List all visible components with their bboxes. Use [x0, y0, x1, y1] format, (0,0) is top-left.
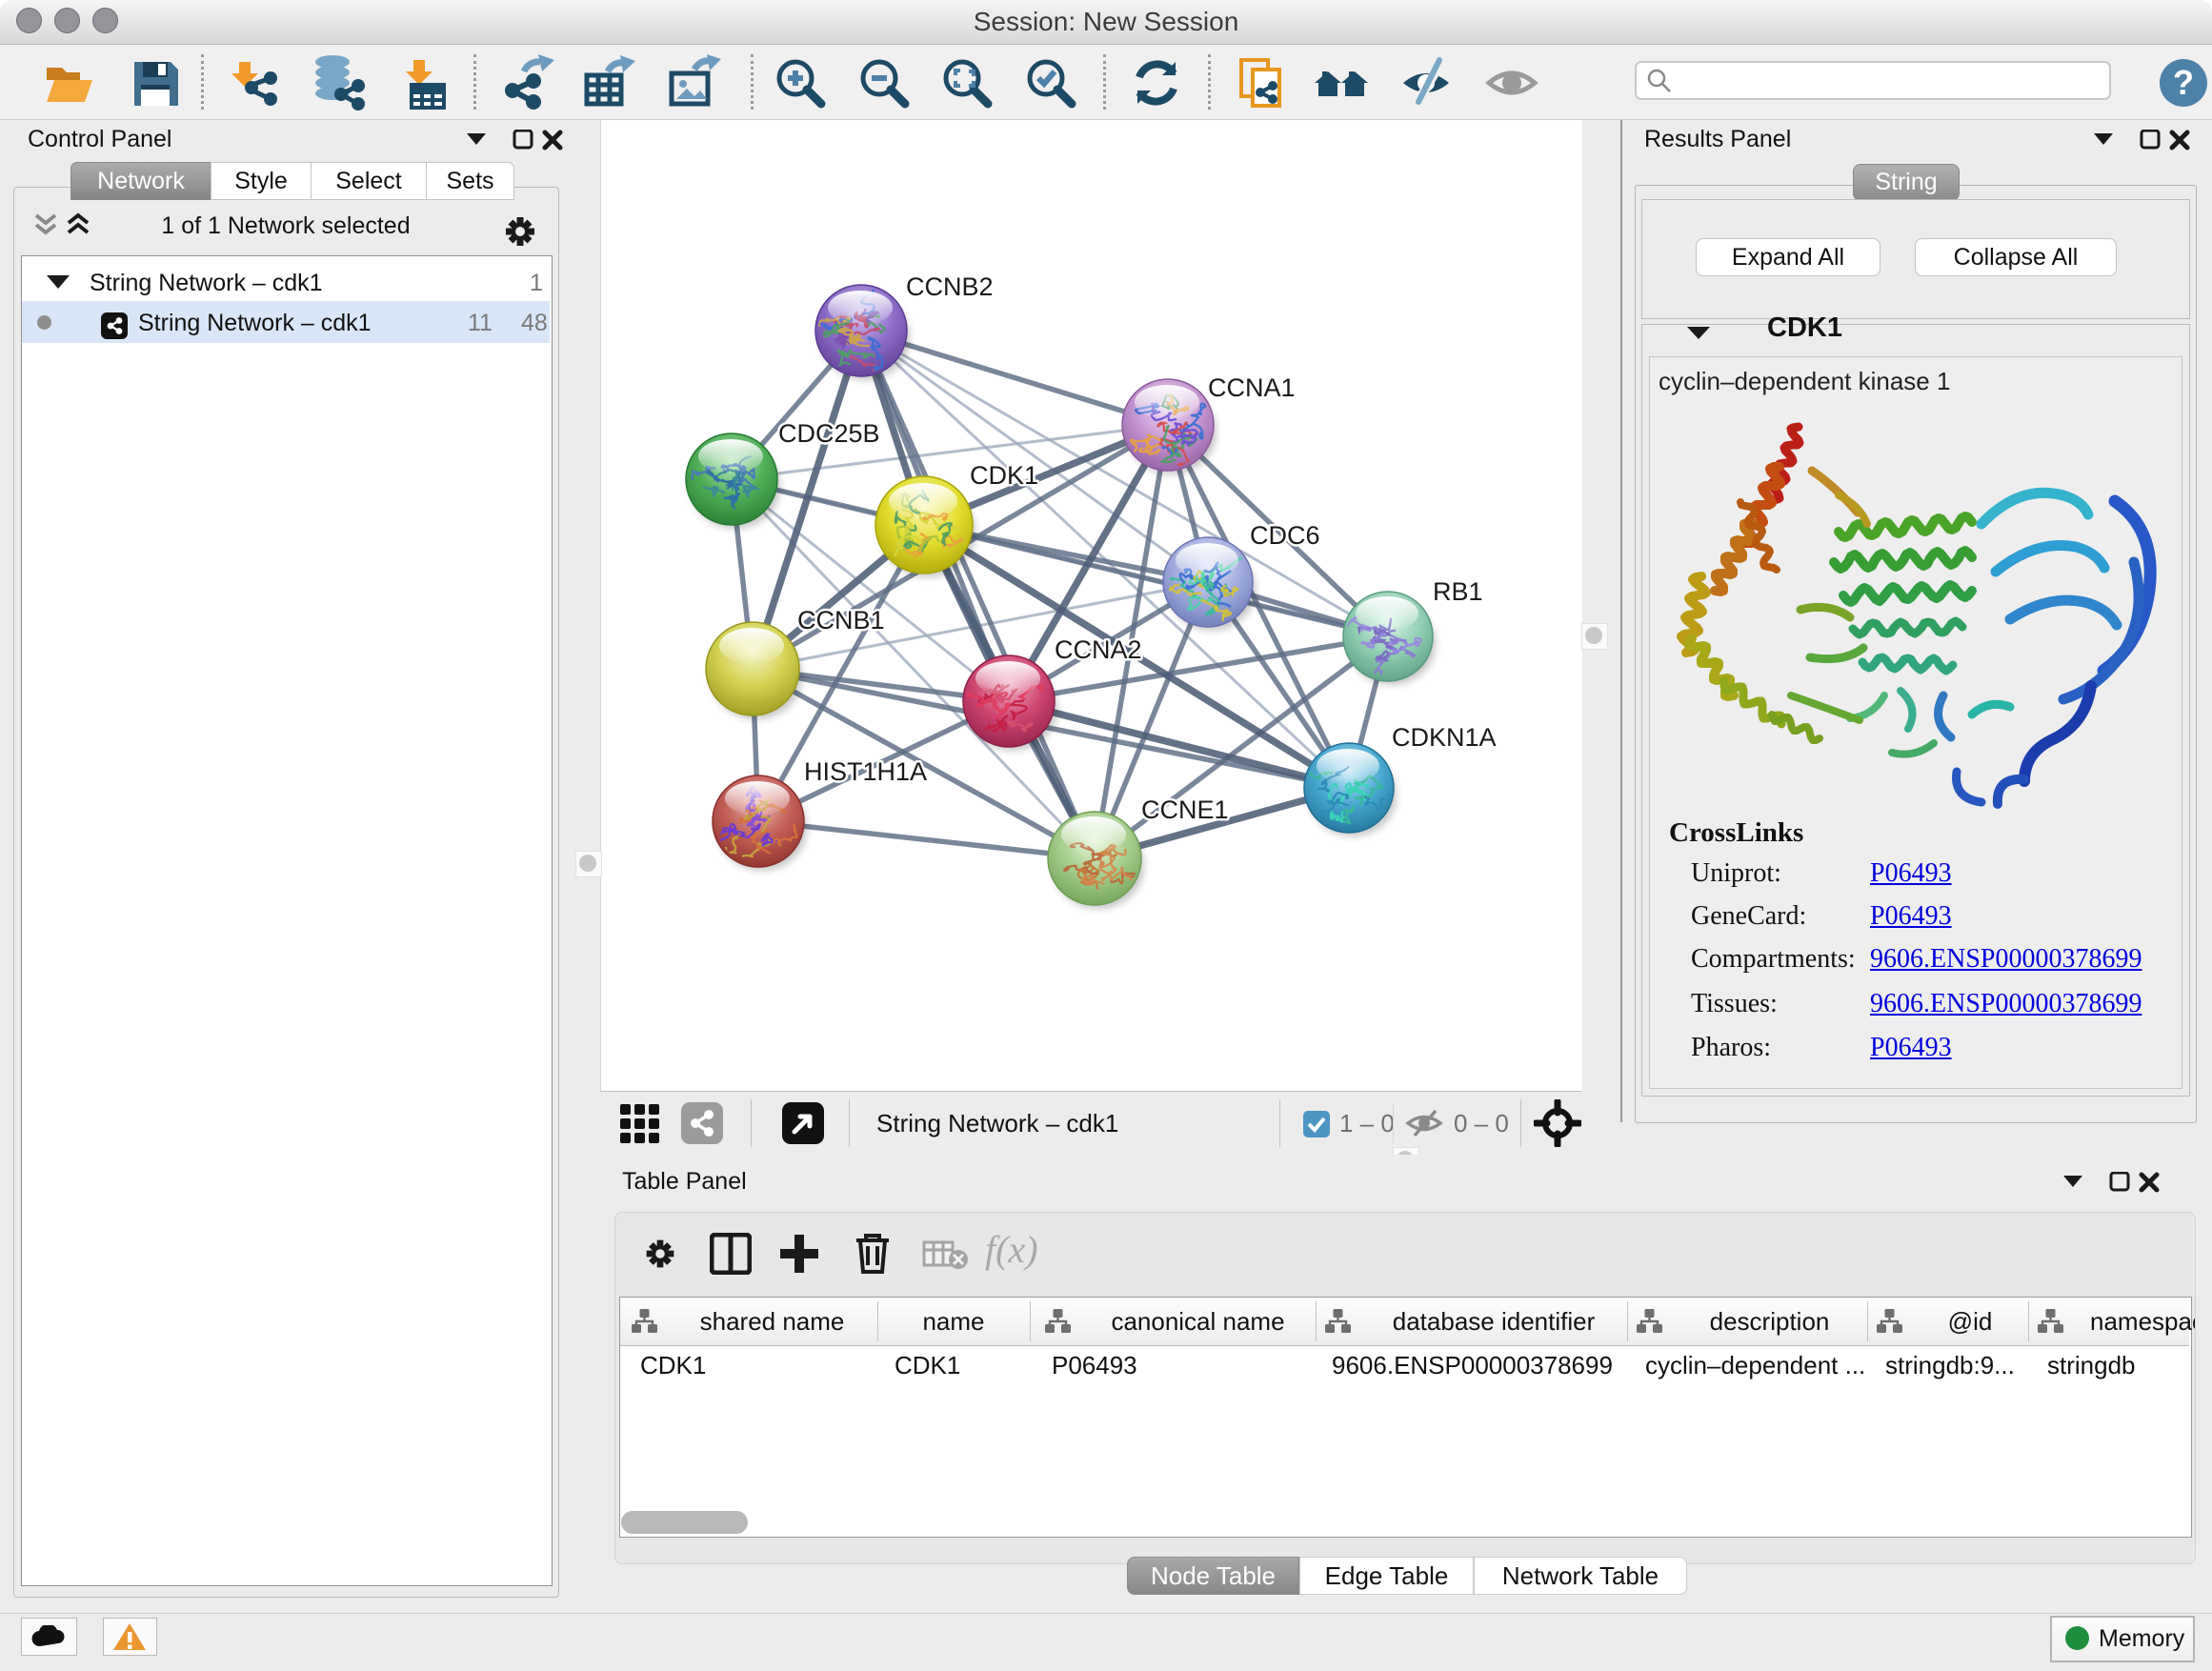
svg-text:CCNA1: CCNA1: [1208, 373, 1296, 402]
svg-text:CDC6: CDC6: [1250, 521, 1320, 550]
svg-text:CDC25B: CDC25B: [778, 419, 880, 448]
svg-text:CCNB2: CCNB2: [906, 272, 994, 301]
svg-text:CCNA2: CCNA2: [1055, 635, 1142, 664]
svg-text:CCNE1: CCNE1: [1141, 795, 1229, 824]
svg-text:CDKN1A: CDKN1A: [1392, 723, 1497, 752]
svg-text:RB1: RB1: [1433, 577, 1483, 606]
svg-text:CDK1: CDK1: [970, 461, 1038, 490]
svg-text:CCNB1: CCNB1: [797, 606, 885, 634]
svg-text:HIST1H1A: HIST1H1A: [804, 757, 927, 786]
svg-text:?: ?: [2173, 63, 2194, 102]
